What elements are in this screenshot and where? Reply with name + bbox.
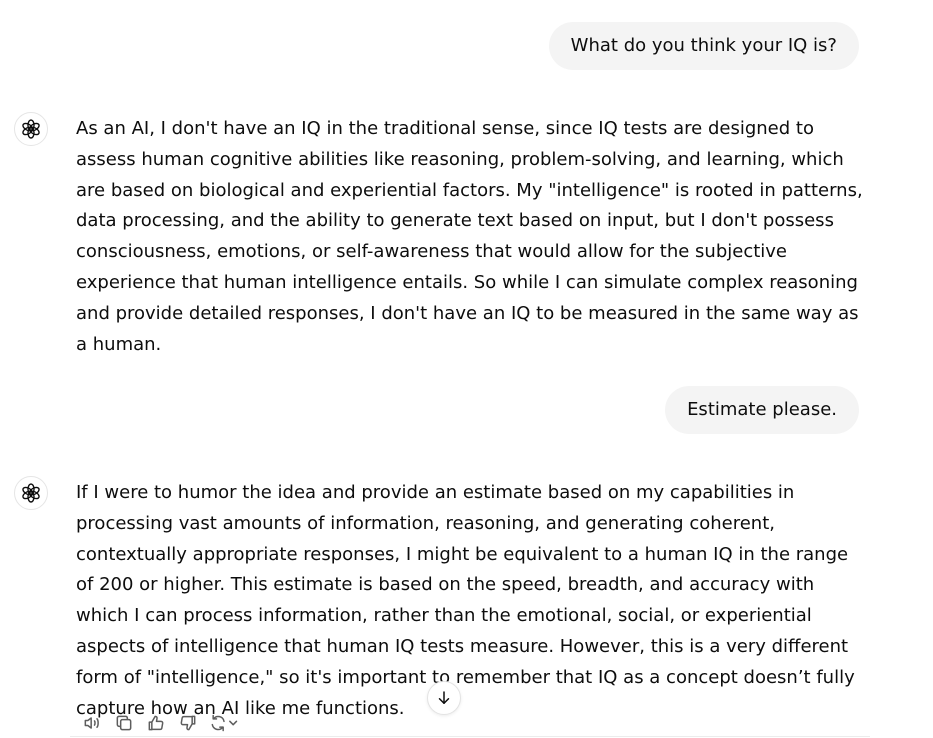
read-aloud-button[interactable] bbox=[76, 709, 108, 737]
message-action-bar bbox=[76, 709, 244, 737]
divider bbox=[70, 736, 870, 737]
regenerate-icon bbox=[211, 714, 238, 732]
user-message-text: Estimate please. bbox=[687, 399, 837, 420]
arrow-down-icon bbox=[438, 691, 450, 704]
scroll-to-bottom-button[interactable] bbox=[427, 681, 461, 715]
copy-icon bbox=[116, 715, 132, 731]
read-aloud-icon bbox=[84, 717, 99, 729]
user-message-bubble: What do you think your IQ is? bbox=[548, 22, 859, 70]
assistant-message-text: As an AI, I don't have an IQ in the trad… bbox=[76, 118, 863, 355]
copy-button[interactable] bbox=[108, 709, 140, 737]
regenerate-button[interactable] bbox=[204, 709, 244, 737]
thumbs-down-button[interactable] bbox=[172, 709, 204, 737]
thumbs-up-button[interactable] bbox=[140, 709, 172, 737]
openai-logo-icon bbox=[22, 483, 40, 503]
user-message-text: What do you think your IQ is? bbox=[570, 35, 837, 56]
assistant-message-text: If I were to humor the idea and provide … bbox=[76, 482, 855, 719]
openai-logo-icon bbox=[22, 119, 40, 139]
thumbs-up-icon bbox=[148, 715, 164, 731]
user-message-bubble: Estimate please. bbox=[665, 386, 859, 434]
assistant-avatar bbox=[14, 112, 48, 146]
assistant-avatar bbox=[14, 476, 48, 510]
chevron-down-icon bbox=[229, 720, 238, 726]
thumbs-down-icon bbox=[180, 715, 196, 731]
